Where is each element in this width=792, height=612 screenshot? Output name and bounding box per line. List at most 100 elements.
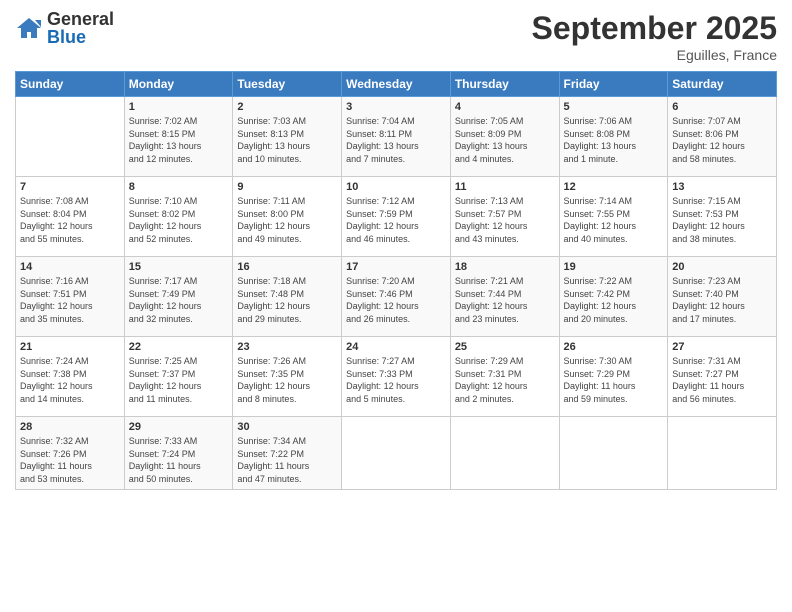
day-number: 12 xyxy=(564,181,664,193)
day-info: Sunrise: 7:22 AMSunset: 7:42 PMDaylight:… xyxy=(564,275,664,325)
title-block: September 2025 Eguilles, France xyxy=(532,10,777,63)
table-row: 7 Sunrise: 7:08 AMSunset: 8:04 PMDaylight… xyxy=(16,177,125,257)
day-number: 19 xyxy=(564,261,664,273)
table-row: 10Sunrise: 7:12 AMSunset: 7:59 PMDayligh… xyxy=(342,177,451,257)
table-row: 21Sunrise: 7:24 AMSunset: 7:38 PMDayligh… xyxy=(16,337,125,417)
table-row xyxy=(342,417,451,490)
logo-text: General Blue xyxy=(47,10,114,46)
day-number: 20 xyxy=(672,261,772,273)
day-info: Sunrise: 7:02 AMSunset: 8:15 PMDaylight:… xyxy=(129,115,229,165)
day-info: Sunrise: 7:25 AMSunset: 7:37 PMDaylight:… xyxy=(129,355,229,405)
calendar-page: General Blue September 2025 Eguilles, Fr… xyxy=(0,0,792,612)
location: Eguilles, France xyxy=(532,47,777,63)
header: General Blue September 2025 Eguilles, Fr… xyxy=(15,10,777,63)
table-row xyxy=(450,417,559,490)
day-info: Sunrise: 7:15 AMSunset: 7:53 PMDaylight:… xyxy=(672,195,772,245)
day-info: Sunrise: 7:06 AMSunset: 8:08 PMDaylight:… xyxy=(564,115,664,165)
table-row: 5 Sunrise: 7:06 AMSunset: 8:08 PMDaylight… xyxy=(559,97,668,177)
day-number: 24 xyxy=(346,341,446,353)
day-number: 5 xyxy=(564,101,664,113)
day-number: 2 xyxy=(237,101,337,113)
day-info: Sunrise: 7:08 AMSunset: 8:04 PMDaylight:… xyxy=(20,195,120,245)
day-info: Sunrise: 7:18 AMSunset: 7:48 PMDaylight:… xyxy=(237,275,337,325)
table-row xyxy=(668,417,777,490)
table-row: 17Sunrise: 7:20 AMSunset: 7:46 PMDayligh… xyxy=(342,257,451,337)
day-number: 4 xyxy=(455,101,555,113)
table-row: 15 Sunrise: 7:17 AMSunset: 7:49 PMDayligh… xyxy=(124,257,233,337)
day-info: Sunrise: 7:33 AMSunset: 7:24 PMDaylight:… xyxy=(129,435,229,485)
table-row: 23 Sunrise: 7:26 AMSunset: 7:35 PMDayligh… xyxy=(233,337,342,417)
table-row: 11 Sunrise: 7:13 AMSunset: 7:57 PMDayligh… xyxy=(450,177,559,257)
table-row: 6 Sunrise: 7:07 AMSunset: 8:06 PMDaylight… xyxy=(668,97,777,177)
table-row: 1Sunrise: 7:02 AMSunset: 8:15 PMDaylight… xyxy=(124,97,233,177)
table-row: 8Sunrise: 7:10 AMSunset: 8:02 PMDaylight… xyxy=(124,177,233,257)
table-row xyxy=(559,417,668,490)
day-info: Sunrise: 7:26 AMSunset: 7:35 PMDaylight:… xyxy=(237,355,337,405)
day-info: Sunrise: 7:07 AMSunset: 8:06 PMDaylight:… xyxy=(672,115,772,165)
logo-icon xyxy=(15,14,43,42)
day-number: 21 xyxy=(20,341,120,353)
day-info: Sunrise: 7:14 AMSunset: 7:55 PMDaylight:… xyxy=(564,195,664,245)
day-number: 22 xyxy=(129,341,229,353)
day-info: Sunrise: 7:32 AMSunset: 7:26 PMDaylight:… xyxy=(20,435,120,485)
day-info: Sunrise: 7:16 AMSunset: 7:51 PMDaylight:… xyxy=(20,275,120,325)
table-row: 2 Sunrise: 7:03 AMSunset: 8:13 PMDaylight… xyxy=(233,97,342,177)
table-row: 9Sunrise: 7:11 AMSunset: 8:00 PMDaylight… xyxy=(233,177,342,257)
day-number: 18 xyxy=(455,261,555,273)
day-info: Sunrise: 7:13 AMSunset: 7:57 PMDaylight:… xyxy=(455,195,555,245)
day-info: Sunrise: 7:03 AMSunset: 8:13 PMDaylight:… xyxy=(237,115,337,165)
table-row: 19 Sunrise: 7:22 AMSunset: 7:42 PMDayligh… xyxy=(559,257,668,337)
table-row: 22 Sunrise: 7:25 AMSunset: 7:37 PMDayligh… xyxy=(124,337,233,417)
logo-general: General xyxy=(47,10,114,28)
col-tuesday: Tuesday xyxy=(233,72,342,97)
col-friday: Friday xyxy=(559,72,668,97)
col-thursday: Thursday xyxy=(450,72,559,97)
table-row: 3 Sunrise: 7:04 AMSunset: 8:11 PMDaylight… xyxy=(342,97,451,177)
table-row: 28 Sunrise: 7:32 AMSunset: 7:26 PMDayligh… xyxy=(16,417,125,490)
table-row: 14 Sunrise: 7:16 AMSunset: 7:51 PMDayligh… xyxy=(16,257,125,337)
table-row: 29 Sunrise: 7:33 AMSunset: 7:24 PMDayligh… xyxy=(124,417,233,490)
day-info: Sunrise: 7:23 AMSunset: 7:40 PMDaylight:… xyxy=(672,275,772,325)
day-info: Sunrise: 7:27 AMSunset: 7:33 PMDaylight:… xyxy=(346,355,446,405)
day-number: 23 xyxy=(237,341,337,353)
day-number: 9 xyxy=(237,181,337,193)
calendar-table: Sunday Monday Tuesday Wednesday Thursday… xyxy=(15,71,777,490)
table-row: 13 Sunrise: 7:15 AMSunset: 7:53 PMDayligh… xyxy=(668,177,777,257)
day-number: 26 xyxy=(564,341,664,353)
table-row: 18 Sunrise: 7:21 AMSunset: 7:44 PMDayligh… xyxy=(450,257,559,337)
table-row: 24 Sunrise: 7:27 AMSunset: 7:33 PMDayligh… xyxy=(342,337,451,417)
day-number: 6 xyxy=(672,101,772,113)
day-number: 16 xyxy=(237,261,337,273)
day-number: 11 xyxy=(455,181,555,193)
day-number: 25 xyxy=(455,341,555,353)
table-row: 12 Sunrise: 7:14 AMSunset: 7:55 PMDayligh… xyxy=(559,177,668,257)
day-info: Sunrise: 7:04 AMSunset: 8:11 PMDaylight:… xyxy=(346,115,446,165)
table-row: 25 Sunrise: 7:29 AMSunset: 7:31 PMDayligh… xyxy=(450,337,559,417)
table-row: 30Sunrise: 7:34 AMSunset: 7:22 PMDayligh… xyxy=(233,417,342,490)
col-sunday: Sunday xyxy=(16,72,125,97)
day-number: 28 xyxy=(20,421,120,433)
day-info: Sunrise: 7:12 AMSunset: 7:59 PMDaylight:… xyxy=(346,195,446,245)
day-number: 3 xyxy=(346,101,446,113)
day-info: Sunrise: 7:29 AMSunset: 7:31 PMDaylight:… xyxy=(455,355,555,405)
day-info: Sunrise: 7:31 AMSunset: 7:27 PMDaylight:… xyxy=(672,355,772,405)
day-info: Sunrise: 7:21 AMSunset: 7:44 PMDaylight:… xyxy=(455,275,555,325)
day-info: Sunrise: 7:17 AMSunset: 7:49 PMDaylight:… xyxy=(129,275,229,325)
logo-blue: Blue xyxy=(47,28,114,46)
day-number: 13 xyxy=(672,181,772,193)
day-number: 15 xyxy=(129,261,229,273)
day-number: 30 xyxy=(237,421,337,433)
day-number: 29 xyxy=(129,421,229,433)
month-title: September 2025 xyxy=(532,10,777,47)
day-number: 7 xyxy=(20,181,120,193)
table-row: 26 Sunrise: 7:30 AMSunset: 7:29 PMDayligh… xyxy=(559,337,668,417)
day-info: Sunrise: 7:20 AMSunset: 7:46 PMDaylight:… xyxy=(346,275,446,325)
table-row: 4Sunrise: 7:05 AMSunset: 8:09 PMDaylight… xyxy=(450,97,559,177)
day-number: 8 xyxy=(129,181,229,193)
day-info: Sunrise: 7:30 AMSunset: 7:29 PMDaylight:… xyxy=(564,355,664,405)
day-number: 27 xyxy=(672,341,772,353)
day-number: 14 xyxy=(20,261,120,273)
table-row: 20 Sunrise: 7:23 AMSunset: 7:40 PMDayligh… xyxy=(668,257,777,337)
table-row: 16 Sunrise: 7:18 AMSunset: 7:48 PMDayligh… xyxy=(233,257,342,337)
col-saturday: Saturday xyxy=(668,72,777,97)
